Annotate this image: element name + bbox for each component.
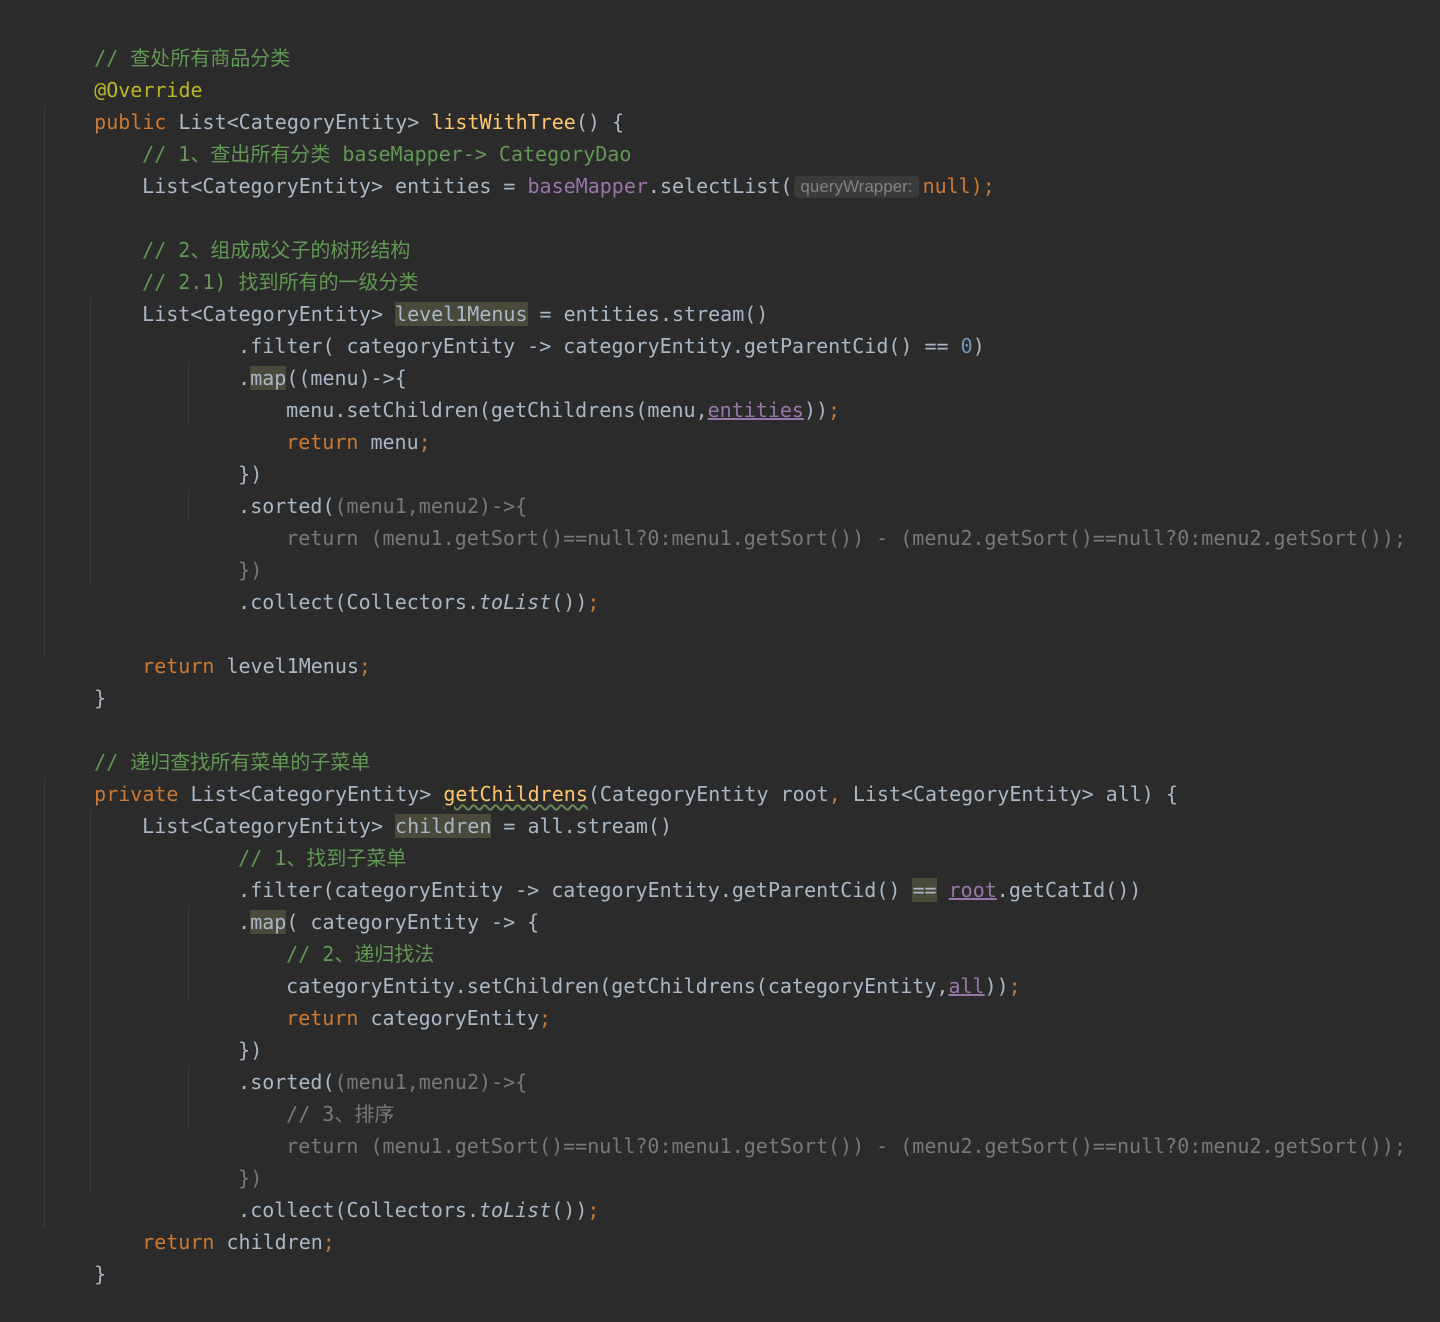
code-punct: ;: [358, 654, 371, 678]
code-line: // 2、组成成父子的树形结构: [94, 202, 410, 262]
code-keyword: return: [142, 654, 215, 678]
code-punct: ): [972, 334, 985, 358]
code-editor[interactable]: // 查处所有商品分类 @Override public List<Catego…: [0, 0, 1440, 1286]
code-dimmed: return (menu1.getSort()==null?0:menu1.ge…: [286, 526, 1406, 550]
code-operator: =: [491, 814, 528, 838]
code-punct: ;: [828, 398, 841, 422]
code-call: .getCatId()): [996, 878, 1142, 902]
code-line: .sorted((menu1,menu2)->{: [190, 458, 527, 518]
code-line: .collect(Collectors.toList());: [190, 554, 599, 614]
indent-guide: [44, 778, 45, 1228]
code-variable: level1Menus: [214, 654, 359, 678]
code-line: List<CategoryEntity> entities = baseMapp…: [94, 138, 995, 198]
code-punct: ,: [828, 782, 853, 806]
code-line: return (menu1.getSort()==null?0:menu1.ge…: [238, 490, 1406, 550]
code-punct: );: [970, 174, 995, 198]
code-line: categoryEntity.setChildren(getChildrens(…: [238, 938, 1021, 998]
code-line: .collect(Collectors.toList());: [190, 1162, 599, 1222]
code-line: private List<CategoryEntity> getChildren…: [46, 746, 1178, 806]
code-line: return children;: [94, 1194, 335, 1254]
code-captured-variable: root: [948, 878, 997, 902]
code-variable: menu: [358, 430, 419, 454]
code-static-method: toList: [479, 590, 552, 614]
code-punct: }: [94, 686, 107, 710]
code-variable: entities: [395, 174, 492, 198]
code-line: .map((menu)->{: [190, 330, 407, 390]
code-variable-highlighted: children: [395, 814, 492, 838]
code-punct: }: [94, 1262, 107, 1286]
code-punct: ;: [418, 430, 431, 454]
code-line: return menu;: [238, 394, 431, 454]
code-variable: children: [214, 1230, 323, 1254]
code-line: public List<CategoryEntity> listWithTree…: [46, 74, 624, 134]
code-line: .filter(categoryEntity -> categoryEntity…: [190, 842, 1141, 902]
code-line: // 查处所有商品分类: [46, 10, 290, 70]
code-punct: )): [803, 398, 829, 422]
code-param: List<CategoryEntity> all) {: [852, 782, 1178, 806]
code-number: 0: [960, 334, 973, 358]
code-punct: ;: [587, 590, 600, 614]
code-punct: ()): [551, 590, 588, 614]
code-captured-variable: entities: [707, 398, 804, 422]
code-static-method: toList: [479, 1198, 552, 1222]
code-line: return categoryEntity;: [238, 970, 551, 1030]
code-field: baseMapper: [527, 174, 648, 198]
code-operator-highlighted: ==: [912, 878, 937, 902]
code-line: // 3、排序: [238, 1066, 394, 1126]
code-keyword: return: [286, 430, 359, 454]
parameter-hint: queryWrapper:: [794, 176, 919, 198]
indent-guide: [90, 298, 91, 586]
code-line: // 递归查找所有菜单的子菜单: [46, 714, 370, 774]
code-line: // 1、查出所有分类 baseMapper-> CategoryDao: [94, 106, 631, 166]
code-keyword: return: [286, 1006, 359, 1030]
code-operator: =: [491, 174, 528, 198]
code-line: menu.setChildren(getChildrens(menu,entit…: [238, 362, 840, 422]
code-line: // 2、递归找法: [238, 906, 434, 966]
code-punct: ;: [1008, 974, 1021, 998]
code-keyword: return: [142, 1230, 215, 1254]
code-variable: categoryEntity: [358, 1006, 540, 1030]
indent-guide: [188, 1066, 189, 1130]
code-call: .selectList(: [647, 174, 793, 198]
code-line: .sorted((menu1,menu2)->{: [190, 1034, 527, 1094]
code-line: return (menu1.getSort()==null?0:menu1.ge…: [238, 1098, 1406, 1158]
code-captured-variable: all: [948, 974, 985, 998]
code-line: @Override: [46, 42, 202, 102]
code-line: .map( categoryEntity -> {: [190, 874, 539, 934]
code-line: List<CategoryEntity> children = all.stre…: [94, 778, 672, 838]
code-punct: ;: [539, 1006, 552, 1030]
code-line: return level1Menus;: [94, 618, 371, 678]
code-line: List<CategoryEntity> level1Menus = entit…: [94, 266, 768, 326]
code-keyword: null: [922, 174, 971, 198]
code-line: }: [46, 650, 106, 710]
code-punct: ;: [322, 1230, 335, 1254]
code-line: .filter( categoryEntity -> categoryEntit…: [190, 298, 985, 358]
code-punct: ;: [587, 1198, 600, 1222]
code-line: }): [190, 426, 262, 486]
code-line: }: [46, 1226, 106, 1286]
code-punct: )): [984, 974, 1009, 998]
code-line: }): [190, 522, 262, 582]
indent-guide: [90, 810, 91, 1194]
code-line: }): [190, 1002, 262, 1062]
code-punct: ()): [551, 1198, 588, 1222]
indent-guide: [44, 106, 45, 656]
code-call: .collect(Collectors.: [238, 590, 479, 614]
code-call: all.stream(): [527, 814, 673, 838]
code-line: // 1、找到子菜单: [190, 810, 406, 870]
indent-guide: [188, 362, 189, 426]
code-line: // 2.1) 找到所有的一级分类: [94, 234, 418, 294]
code-type: List<CategoryEntity>: [142, 174, 383, 198]
code-dimmed: return (menu1.getSort()==null?0:menu1.ge…: [286, 1134, 1406, 1158]
indent-guide: [188, 906, 189, 1002]
code-line: }): [190, 1130, 262, 1190]
indent-guide: [188, 490, 189, 522]
